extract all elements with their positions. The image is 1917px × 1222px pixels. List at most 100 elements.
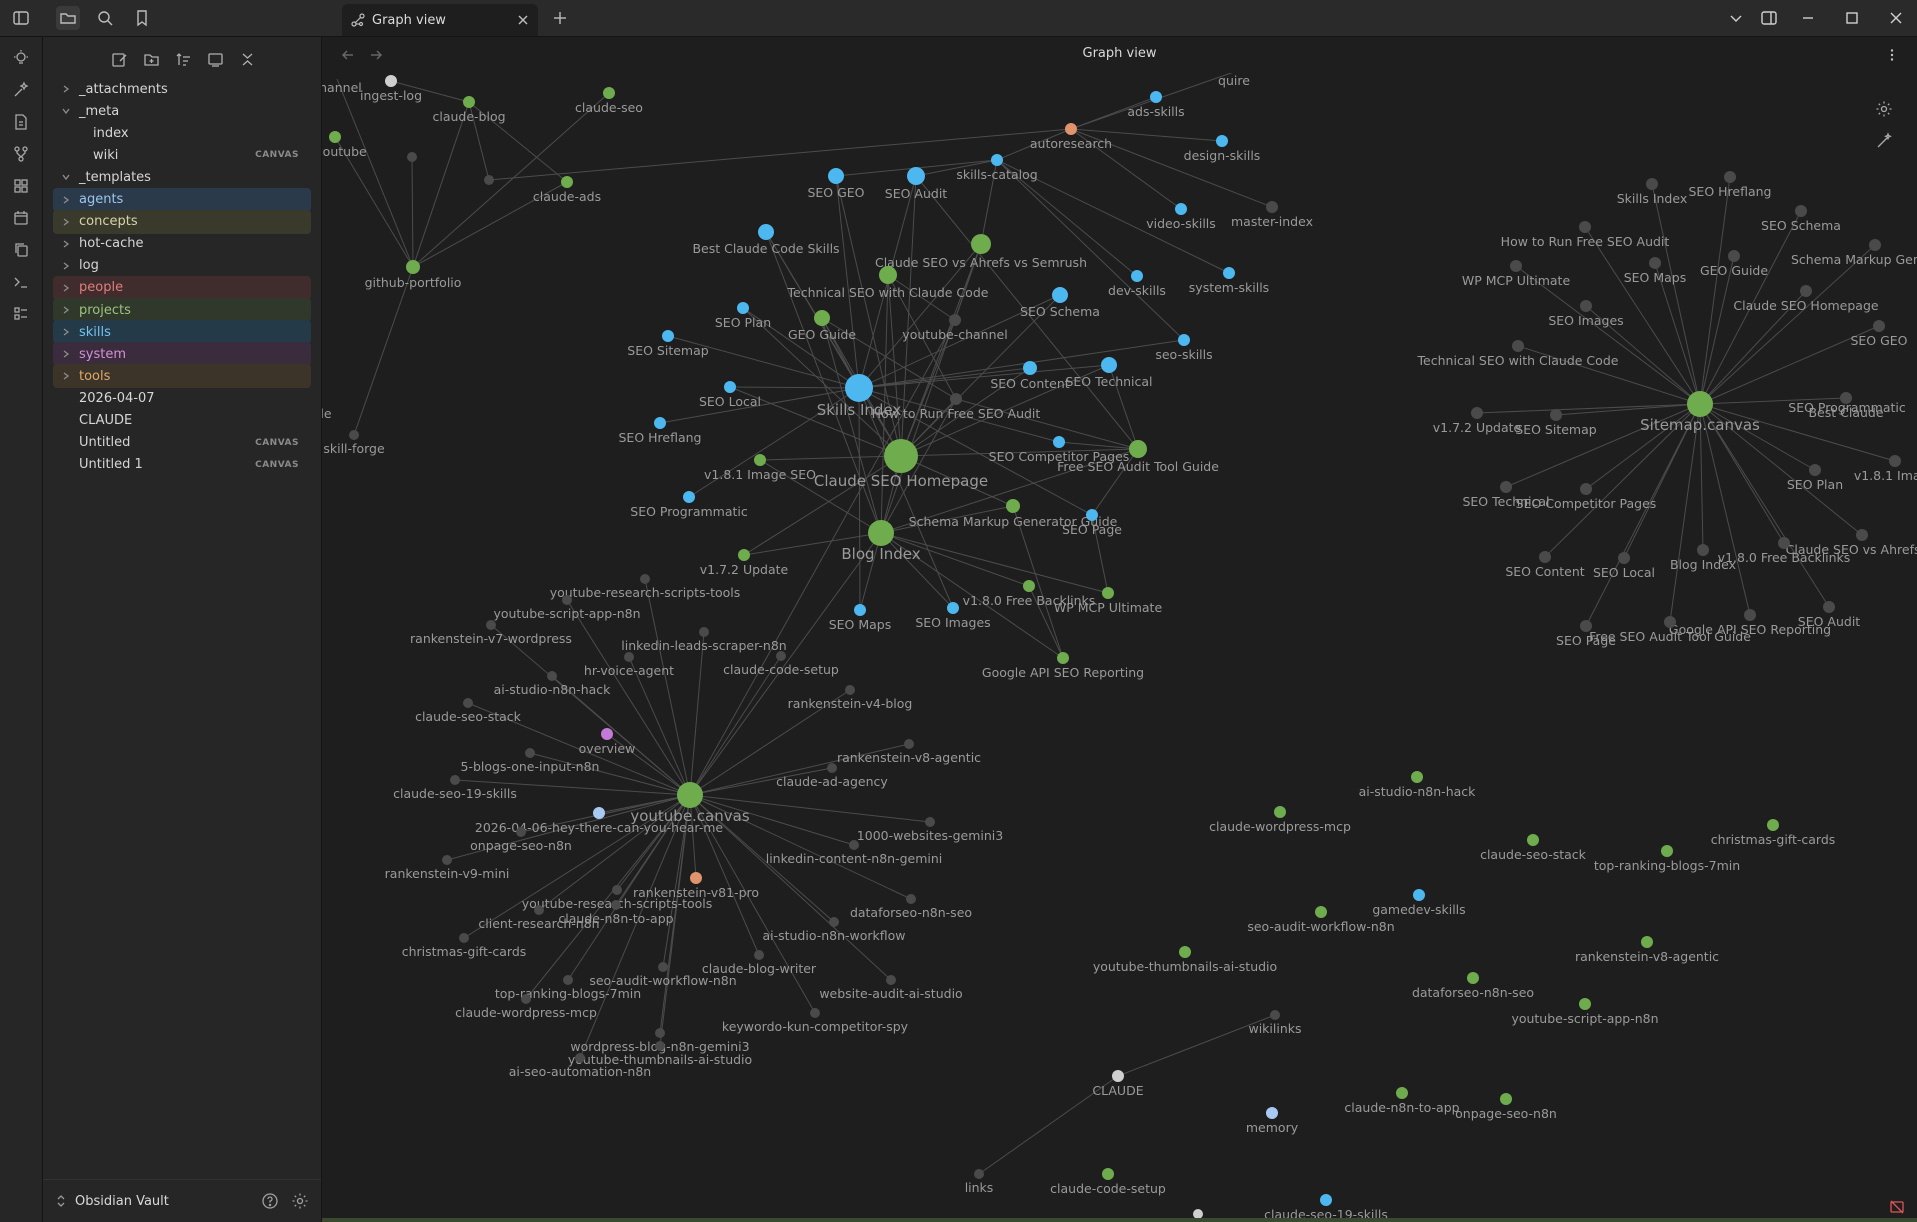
- graph-node-dot[interactable]: [562, 595, 572, 605]
- graph-node[interactable]: linkedin-leads-scraper-n8n: [621, 627, 787, 653]
- graph-node-dot[interactable]: [1724, 171, 1736, 183]
- graph-node-dot[interactable]: [1539, 551, 1551, 563]
- graph-node-dot[interactable]: [1065, 123, 1077, 135]
- graph-node-dot[interactable]: [1744, 609, 1756, 621]
- graph-node[interactable]: le: [322, 406, 332, 421]
- animate-wand-icon[interactable]: [1873, 130, 1895, 152]
- graph-node[interactable]: Claude SEO Homepage: [814, 439, 988, 490]
- tree-item[interactable]: system: [53, 342, 311, 367]
- graph-node[interactable]: SEO Page: [1556, 620, 1616, 648]
- graph-node-dot[interactable]: [738, 549, 750, 561]
- graph-node-dot[interactable]: [1550, 409, 1562, 421]
- graph-node[interactable]: How to Run Free SEO Audit: [1501, 221, 1670, 249]
- graph-node-dot[interactable]: [1889, 455, 1901, 467]
- graph-node-dot[interactable]: [1646, 178, 1658, 190]
- graph-node-dot[interactable]: [459, 933, 469, 943]
- graph-node-dot[interactable]: [1795, 205, 1807, 217]
- bookmark-icon[interactable]: [130, 6, 154, 30]
- graph-node[interactable]: christmas-gift-cards: [402, 933, 527, 959]
- graph-node[interactable]: overview: [579, 728, 636, 756]
- graph-node-dot[interactable]: [1728, 250, 1740, 262]
- graph-node-dot[interactable]: [1223, 267, 1235, 279]
- graph-node-dot[interactable]: [886, 975, 896, 985]
- auto-reveal-icon[interactable]: [203, 47, 227, 71]
- help-icon[interactable]: [261, 1192, 279, 1210]
- graph-node[interactable]: SEO Local: [699, 381, 761, 409]
- graph-node[interactable]: CLAUDE: [1092, 1070, 1144, 1098]
- graph-node-dot[interactable]: [662, 330, 674, 342]
- graph-node[interactable]: dev-skills: [1108, 270, 1166, 298]
- graph-node-dot[interactable]: [655, 1028, 665, 1038]
- graph-node-dot[interactable]: [561, 176, 573, 188]
- graph-node-dot[interactable]: [624, 652, 634, 662]
- graph-node[interactable]: rankenstein-v8-agentic: [837, 739, 981, 765]
- graph-node-dot[interactable]: [603, 87, 615, 99]
- graph-node[interactable]: claude-seo-19-skills: [393, 775, 517, 801]
- tree-item[interactable]: concepts: [53, 209, 311, 234]
- graph-node[interactable]: wikilinks: [1248, 1010, 1302, 1036]
- graph-node-dot[interactable]: [1527, 834, 1539, 846]
- graph-node[interactable]: ai-studio-n8n-workflow: [762, 917, 906, 943]
- graph-node-dot[interactable]: [1102, 587, 1114, 599]
- graph-node[interactable]: claude-n8n-to-app: [1344, 1087, 1460, 1115]
- graph-node-dot[interactable]: [737, 302, 749, 314]
- sync-off-icon[interactable]: [1886, 1196, 1908, 1218]
- graph-node-dot[interactable]: [1023, 361, 1037, 375]
- tree-item[interactable]: Untitled CANVAS: [53, 431, 311, 455]
- graph-node-dot[interactable]: [1411, 771, 1423, 783]
- sparkle-icon[interactable]: [9, 78, 33, 102]
- graph-node[interactable]: SEO Technical: [1065, 357, 1153, 389]
- graph-node[interactable]: Best Claude Code Skills: [692, 224, 840, 256]
- graph-node[interactable]: Google API SEO Reporting: [982, 652, 1144, 680]
- graph-node[interactable]: SEO Programmatic: [1788, 400, 1906, 415]
- maximize-icon[interactable]: [1840, 6, 1864, 30]
- collapse-all-icon[interactable]: [235, 47, 259, 71]
- list-icon[interactable]: [9, 302, 33, 326]
- graph-node-dot[interactable]: [1618, 552, 1630, 564]
- graph-node[interactable]: christmas-gift-cards: [1711, 819, 1836, 847]
- graph-node-dot[interactable]: [1873, 320, 1885, 332]
- tree-item[interactable]: wiki CANVAS: [53, 143, 311, 167]
- graph-node[interactable]: claude-wordpress-mcp: [1209, 806, 1351, 834]
- close-icon[interactable]: [516, 13, 530, 27]
- graph-node[interactable]: v1.7.2 Update: [700, 549, 789, 577]
- tree-item[interactable]: people: [53, 275, 311, 300]
- graph-node[interactable]: SEO GEO: [807, 168, 865, 200]
- graph-node-dot[interactable]: [329, 131, 341, 143]
- graph-node-dot[interactable]: [1057, 652, 1069, 664]
- graph-node-dot[interactable]: [1150, 91, 1162, 103]
- graph-node-dot[interactable]: [1413, 889, 1425, 901]
- graph-node[interactable]: quire: [1218, 73, 1250, 88]
- tab-graph-view[interactable]: Graph view: [342, 4, 538, 36]
- graph-node[interactable]: skill-forge: [323, 430, 385, 456]
- graph-node-dot[interactable]: [1053, 436, 1065, 448]
- graph-node-dot[interactable]: [1266, 1107, 1278, 1119]
- graph-node[interactable]: WP MCP Ultimate: [1462, 260, 1571, 288]
- graph-node-dot[interactable]: [486, 620, 496, 630]
- graph-node[interactable]: Claude SEO Homepage: [1733, 285, 1879, 313]
- graph-node[interactable]: SEO Schema: [1761, 205, 1841, 233]
- graph-node[interactable]: youtube-script-app-n8n: [1511, 998, 1659, 1026]
- graph-node-dot[interactable]: [814, 310, 830, 326]
- graph-node[interactable]: claude-seo-stack: [1480, 834, 1587, 862]
- more-options-icon[interactable]: [1882, 45, 1902, 65]
- graph-node-dot[interactable]: [699, 627, 709, 637]
- graph-node[interactable]: Schema Markup Generator: [1791, 239, 1917, 267]
- graph-node[interactable]: claude-code-setup: [723, 651, 839, 677]
- graph-node-dot[interactable]: [463, 698, 473, 708]
- graph-node-dot[interactable]: [1023, 580, 1035, 592]
- bulb-icon[interactable]: [9, 46, 33, 70]
- graph-node-dot[interactable]: [1856, 529, 1868, 541]
- graph-node-dot[interactable]: [971, 234, 991, 254]
- graph-node-dot[interactable]: [1500, 481, 1512, 493]
- graph-node[interactable]: [407, 152, 417, 162]
- tree-item[interactable]: skills: [53, 320, 311, 345]
- graph-node[interactable]: ingest-log: [360, 75, 422, 103]
- graph-node[interactable]: v1.7.2 Update: [1433, 407, 1522, 435]
- graph-node-dot[interactable]: [442, 855, 452, 865]
- graph-node[interactable]: claude-blog: [432, 96, 506, 124]
- sidebar-toggle-icon[interactable]: [9, 6, 33, 30]
- graph-node[interactable]: video-skills: [1146, 203, 1216, 231]
- terminal-icon[interactable]: [9, 270, 33, 294]
- graph-node[interactable]: SEO Plan: [715, 302, 771, 330]
